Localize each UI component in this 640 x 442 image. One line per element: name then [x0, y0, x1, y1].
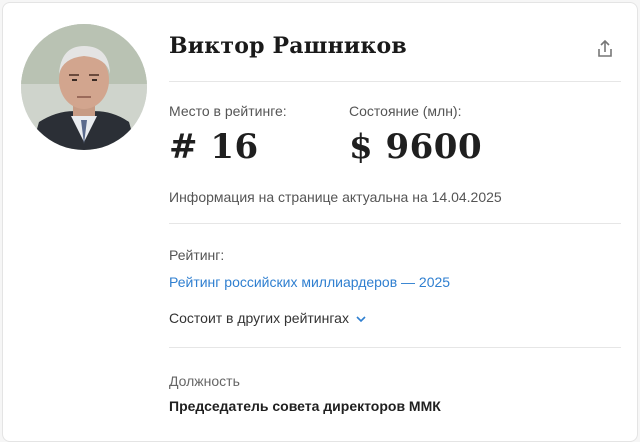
person-name: Виктор Рашников	[169, 33, 407, 59]
info-updated-text: Информация на странице актуальна на 14.0…	[169, 189, 502, 205]
rank-value: # 16	[169, 127, 259, 167]
rank-label: Место в рейтинге:	[169, 103, 287, 119]
wealth-label: Состояние (млн):	[349, 103, 462, 119]
avatar	[21, 24, 147, 150]
rating-link[interactable]: Рейтинг российских миллиардеров — 2025	[169, 274, 450, 290]
wealth-value: $ 9600	[349, 127, 483, 167]
profile-card: Виктор Рашников Место в рейтинге: # 16 С…	[2, 2, 638, 442]
other-ratings-label: Состоит в других рейтингах	[169, 310, 349, 326]
chevron-down-icon	[355, 310, 367, 326]
position-label: Должность	[169, 373, 240, 389]
rating-label: Рейтинг:	[169, 247, 225, 263]
share-icon[interactable]	[595, 39, 615, 59]
other-ratings-toggle[interactable]: Состоит в других рейтингах	[169, 310, 367, 326]
position-value: Председатель совета директоров ММК	[169, 398, 441, 414]
divider	[169, 347, 621, 348]
divider	[169, 81, 621, 82]
divider	[169, 223, 621, 224]
